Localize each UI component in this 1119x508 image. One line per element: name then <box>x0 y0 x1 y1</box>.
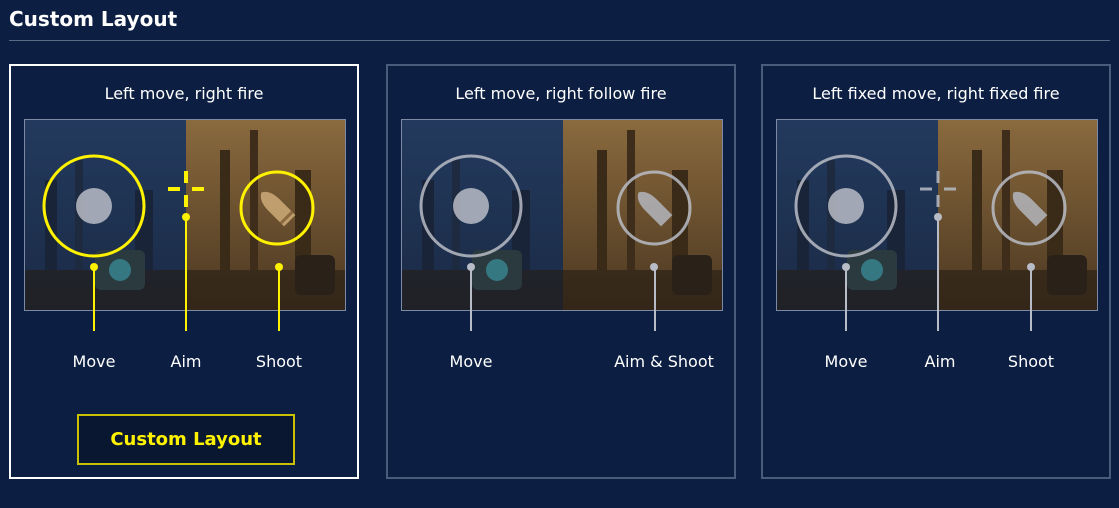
control-overlay <box>419 154 692 271</box>
control-overlay <box>42 154 315 271</box>
joystick-icon <box>42 154 146 258</box>
aim-label: Aim <box>170 352 202 371</box>
move-label: Move <box>72 352 116 371</box>
joystick-icon <box>419 154 523 258</box>
page-title: Custom Layout <box>9 7 178 31</box>
shoot-label: Shoot <box>255 352 303 371</box>
preview-image <box>776 119 1098 311</box>
aim-shoot-label: Aim & Shoot <box>614 352 714 371</box>
move-label: Move <box>449 352 493 371</box>
bullet-icon <box>239 170 315 246</box>
joystick-icon <box>794 154 898 258</box>
layout-card-left-fixed-move-right-fixed-fire[interactable]: Left fixed move, right fixed fire Move A… <box>761 64 1111 479</box>
bullet-icon <box>991 170 1067 246</box>
move-label: Move <box>824 352 868 371</box>
layout-card-left-move-right-fire[interactable]: Left move, right fire Move Aim Shoot Cus… <box>9 64 359 479</box>
shoot-label: Shoot <box>1007 352 1055 371</box>
crosshair-icon <box>920 171 956 207</box>
aim-label: Aim <box>924 352 956 371</box>
layout-card-left-move-right-follow-fire[interactable]: Left move, right follow fire Move Aim & … <box>386 64 736 479</box>
card-title: Left fixed move, right fixed fire <box>812 84 1060 103</box>
custom-layout-button[interactable]: Custom Layout <box>77 414 295 465</box>
control-overlay <box>794 154 1067 271</box>
title-divider <box>9 40 1110 41</box>
preview-image <box>401 119 723 311</box>
crosshair-icon <box>168 171 204 207</box>
card-title: Left move, right follow fire <box>455 84 667 103</box>
preview-image <box>24 119 346 311</box>
card-title: Left move, right fire <box>104 84 264 103</box>
bullet-icon <box>616 170 692 246</box>
